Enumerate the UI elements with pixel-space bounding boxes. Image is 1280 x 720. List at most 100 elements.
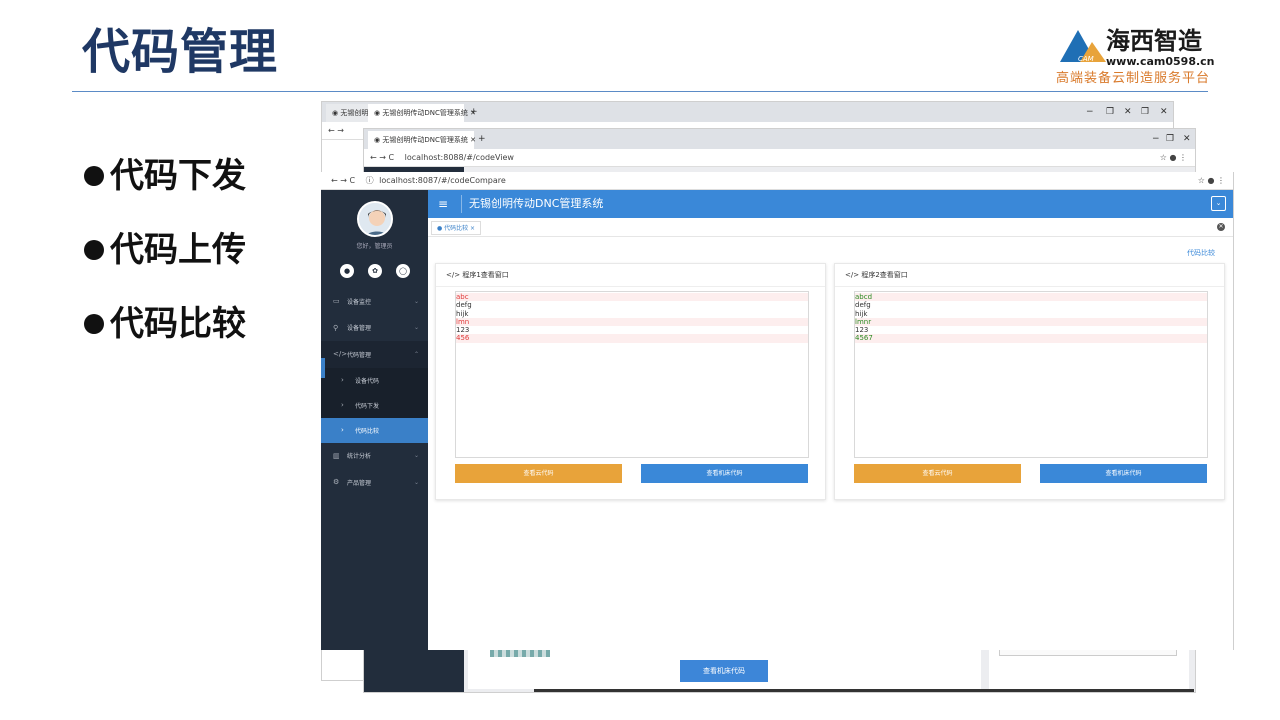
- monitor-icon: ▭: [333, 297, 340, 306]
- browser-tab[interactable]: ◉ 无锡创明...: [326, 104, 375, 122]
- logo-tagline: 高端装备云制造服务平台: [1056, 71, 1211, 86]
- browser-tab[interactable]: ◉ 无锡创明传动DNC管理系统 ✕: [368, 131, 476, 149]
- code-line: 456: [456, 334, 808, 343]
- sidebar-quick-actions: ● ✿ ◯: [340, 264, 410, 278]
- minimize-button[interactable]: −: [1152, 129, 1160, 149]
- sidebar-item-device-monitor[interactable]: ▭ 设备监控 ⌄: [321, 288, 428, 315]
- code-icon: </>: [446, 271, 461, 279]
- url-text: localhost:8087/#/codeCompare: [379, 176, 506, 185]
- logo-brand-text: 海西智造: [1106, 27, 1202, 55]
- panel-header: </> 程序1查看窗口: [436, 264, 825, 287]
- browser-menu-icon[interactable]: ☆ ● ⋮: [1198, 172, 1225, 190]
- tab-code-compare[interactable]: ● 代码比较 ×: [431, 221, 482, 235]
- code-line: defg: [456, 301, 472, 310]
- new-tab-button[interactable]: +: [478, 129, 486, 149]
- nav-arrows-icon[interactable]: ← → C: [331, 176, 355, 185]
- address-bar[interactable]: ← → C ⓘ localhost:8087/#/codeCompare ☆ ●…: [321, 172, 1233, 190]
- program2-panel: </> 程序2查看窗口 abcd defg hijk lmnr 123 4567…: [834, 263, 1225, 500]
- title-divider: [72, 91, 1208, 92]
- logo-triangle-icon: CAM: [1060, 30, 1106, 63]
- view-cloud-code-button[interactable]: 查看云代码: [854, 464, 1021, 483]
- close-button[interactable]: ✕: [1183, 129, 1191, 149]
- close-button[interactable]: ✕: [1160, 102, 1168, 122]
- close-all-tabs-icon[interactable]: ✕: [1217, 223, 1225, 231]
- bullet-item: 代码比较: [84, 304, 246, 344]
- header-divider: [461, 195, 462, 213]
- scrollbar[interactable]: [534, 689, 1194, 692]
- restore-button[interactable]: ❐: [1141, 102, 1149, 122]
- image-thumbnail: [490, 649, 550, 657]
- slide-title: 代码管理: [82, 24, 279, 80]
- greeting-text: 您好，管理员: [356, 243, 393, 250]
- sidebar-menu: ▭ 设备监控 ⌄ ⚲ 设备管理 ⌄ </> 代码管理 ⌃ › 设备代码 › 代码下发 › 代码比较…: [321, 288, 428, 496]
- code-line: hijk: [456, 309, 469, 318]
- sidebar-active-marker: [321, 358, 325, 378]
- caret-right-icon: ›: [341, 401, 344, 409]
- power-icon[interactable]: ◯: [396, 264, 410, 278]
- code-line: defg: [855, 301, 871, 310]
- browser-menu-icon[interactable]: ☆ ● ⋮: [1160, 149, 1187, 167]
- program1-panel: </> 程序1查看窗口 abc defg hijk lmn 123 456 查看…: [435, 263, 826, 500]
- view-machine-code-button[interactable]: 查看机床代码: [680, 660, 768, 682]
- code-line: abcd: [855, 293, 1207, 302]
- dropdown-toggle-button[interactable]: ⌄: [1211, 196, 1226, 211]
- chevron-down-icon: ⌄: [413, 324, 419, 332]
- location-icon: ⚲: [333, 323, 339, 332]
- chevron-down-icon: ⌄: [413, 452, 419, 460]
- view-machine-code-button[interactable]: 查看机床代码: [1040, 464, 1207, 483]
- sidebar-subitem-code-download[interactable]: › 代码下发: [321, 392, 428, 418]
- view-cloud-code-button[interactable]: 查看云代码: [455, 464, 622, 483]
- page-tab-strip: ● 代码比较 × ✕: [428, 218, 1233, 237]
- user-avatar[interactable]: [357, 201, 393, 237]
- bullet-item: 代码上传: [84, 230, 246, 270]
- panel-header: </> 程序2查看窗口: [835, 264, 1224, 287]
- code-line: lmnr: [855, 317, 1207, 327]
- restore-button[interactable]: ❐: [1166, 129, 1174, 149]
- bar-chart-icon: ▥: [333, 451, 340, 460]
- tab-bar: ◉ 无锡创明传动DNC管理系统 ✕ + − ❐ ✕: [364, 129, 1195, 149]
- browser-tab[interactable]: ◉ 无锡创明传动DNC管理系统 ✕: [368, 104, 476, 122]
- company-logo: CAM 海西智造 www.cam0598.cn 高端装备云制造服务平台: [1056, 26, 1216, 86]
- sidebar-item-product-management[interactable]: ⚙ 产品管理 ⌄: [321, 469, 428, 496]
- avatar-person-icon: [359, 203, 391, 235]
- view-machine-code-button[interactable]: 查看机床代码: [641, 464, 808, 483]
- sidebar: 您好，管理员 ● ✿ ◯ ▭ 设备监控 ⌄ ⚲ 设备管理 ⌄ </> 代码管理 ⌃ › 设备代…: [321, 190, 428, 650]
- user-icon[interactable]: ●: [340, 264, 354, 278]
- info-icon: ⓘ: [365, 176, 374, 185]
- nav-arrows-icon[interactable]: ← → C: [370, 153, 394, 162]
- code-line: 123: [456, 326, 470, 335]
- code-icon: </>: [845, 271, 860, 279]
- chevron-up-icon: ⌃: [413, 350, 419, 358]
- gear-icon[interactable]: ✿: [368, 264, 382, 278]
- code-line: abc: [456, 293, 808, 302]
- code-view-1[interactable]: abc defg hijk lmn 123 456: [455, 291, 809, 458]
- sidebar-item-code-management[interactable]: </> 代码管理 ⌃: [321, 341, 428, 368]
- breadcrumb[interactable]: 代码比较: [1187, 248, 1215, 258]
- sidebar-item-device-management[interactable]: ⚲ 设备管理 ⌄: [321, 315, 428, 342]
- new-tab-button[interactable]: +: [470, 102, 478, 122]
- code-line: hijk: [855, 309, 868, 318]
- sidebar-item-statistics[interactable]: ▥ 统计分析 ⌄: [321, 443, 428, 470]
- minimize-button[interactable]: −: [1086, 102, 1094, 122]
- hamburger-menu-icon[interactable]: ≡: [438, 197, 448, 211]
- sidebar-subitem-device-code[interactable]: › 设备代码: [321, 367, 428, 393]
- code-view-2[interactable]: abcd defg hijk lmnr 123 4567: [854, 291, 1208, 458]
- gear-icon: ⚙: [333, 478, 340, 487]
- close-button[interactable]: ✕: [1124, 102, 1132, 122]
- restore-button[interactable]: ❐: [1106, 102, 1114, 122]
- code-icon: </>: [333, 350, 348, 359]
- sidebar-subitem-code-compare[interactable]: › 代码比较: [321, 417, 428, 443]
- chevron-down-icon: ⌄: [413, 297, 419, 305]
- bullet-dot-icon: [84, 240, 104, 260]
- caret-right-icon: ›: [341, 426, 344, 434]
- bullet-dot-icon: [84, 166, 104, 186]
- svg-text:CAM: CAM: [1078, 55, 1094, 63]
- address-bar[interactable]: ← → C localhost:8088/#/codeView ☆ ● ⋮: [364, 149, 1195, 167]
- browser-window-front: ← → C ⓘ localhost:8087/#/codeCompare ☆ ●…: [321, 172, 1234, 650]
- code-line: lmn: [456, 317, 808, 327]
- app-title: 无锡创明传动DNC管理系统: [469, 197, 604, 210]
- bullet-list: 代码下发 代码上传 代码比较: [84, 156, 246, 378]
- code-line: 4567: [855, 334, 1207, 343]
- chevron-down-icon: ⌄: [413, 478, 419, 486]
- tab-bar: ◉ 无锡创明... ◉ 无锡创明传动DNC管理系统 ✕ + − ❐ ✕ ❐ ✕: [322, 102, 1173, 122]
